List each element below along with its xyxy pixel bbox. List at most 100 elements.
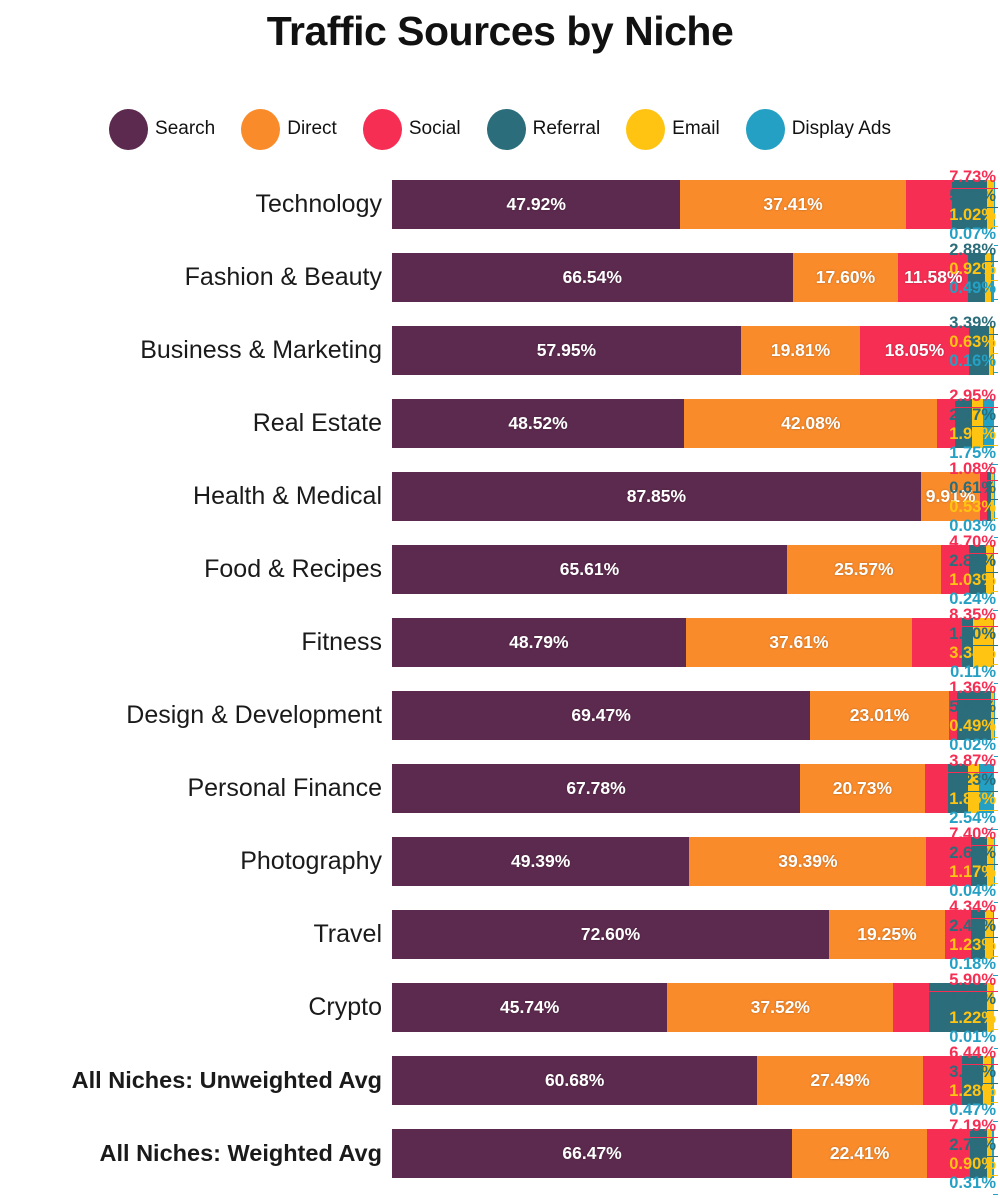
- bar-segment-email[interactable]: [967, 764, 979, 813]
- bar-segment-search[interactable]: 49.39%: [392, 837, 690, 886]
- bar-segment-social[interactable]: [927, 1129, 971, 1178]
- legend-item-direct[interactable]: Direct: [241, 108, 337, 150]
- bar-segment-direct[interactable]: 19.81%: [740, 326, 861, 375]
- bar-segment-referral[interactable]: [962, 618, 974, 667]
- bar-segment-display-ads[interactable]: [991, 253, 994, 302]
- bar-segment-search[interactable]: 66.54%: [392, 253, 793, 302]
- bar-segment-referral[interactable]: [968, 253, 986, 302]
- bar-segment-search[interactable]: 67.78%: [392, 764, 801, 813]
- segment-value-label: 48.79%: [509, 632, 569, 652]
- bar-segment-direct[interactable]: 25.57%: [786, 545, 941, 594]
- legend-item-label: Search: [155, 118, 216, 139]
- bar-segment-direct[interactable]: 20.73%: [800, 764, 925, 813]
- bar-segment-email[interactable]: [985, 910, 993, 959]
- bar-segment-display-ads[interactable]: [993, 618, 994, 667]
- category-label: All Niches: Weighted Avg: [99, 1140, 382, 1166]
- segment-value-label: 18.05%: [884, 340, 945, 360]
- bar-segment-search[interactable]: 57.95%: [392, 326, 741, 375]
- segment-value-label: 66.54%: [562, 267, 622, 287]
- bar-segment-referral[interactable]: [970, 1129, 987, 1178]
- bar-segment-display-ads[interactable]: [978, 764, 994, 813]
- bar-segment-social[interactable]: 18.05%: [860, 326, 969, 375]
- chart-row: Crypto 45.74% 37.52% 5.90% 9.60% 1.22% 0.01%: [0, 971, 1000, 1049]
- bar-segment-direct[interactable]: 39.39%: [689, 837, 927, 886]
- bar-segment-search[interactable]: 87.85%: [392, 472, 921, 521]
- bar-segment-display-ads[interactable]: [992, 545, 994, 594]
- bar-segment-direct[interactable]: 27.49%: [757, 1056, 923, 1105]
- bar-segment-search[interactable]: 69.47%: [392, 691, 811, 740]
- stacked-bar: 65.61% 25.57%: [392, 545, 994, 594]
- segment-value-label: 19.81%: [770, 340, 831, 360]
- bar-segment-direct[interactable]: 19.25%: [829, 910, 945, 959]
- bar-segment-referral[interactable]: [968, 326, 990, 375]
- bar-segment-referral[interactable]: [955, 399, 972, 448]
- bar-segment-search[interactable]: 66.47%: [392, 1129, 793, 1178]
- bar-segment-referral[interactable]: [956, 691, 991, 740]
- stacked-bar: 49.39% 39.39%: [392, 837, 994, 886]
- bar-segment-social[interactable]: [924, 764, 949, 813]
- bar-segment-social[interactable]: [948, 691, 957, 740]
- bar-segment-social[interactable]: [905, 180, 953, 229]
- bar-segment-social[interactable]: [893, 983, 929, 1032]
- bar-segment-display-ads[interactable]: [991, 1056, 994, 1105]
- bar-segment-social[interactable]: 11.58%: [898, 253, 969, 302]
- bar-segment-display-ads[interactable]: [992, 910, 994, 959]
- category-label: Design & Development: [126, 701, 382, 729]
- bar-segment-referral[interactable]: [952, 180, 988, 229]
- bar-segment-referral[interactable]: [928, 983, 987, 1032]
- stacked-bar: 57.95% 19.81% 18.05%: [392, 326, 994, 375]
- bar-segment-social[interactable]: [922, 1056, 962, 1105]
- bar-segment-social[interactable]: [940, 545, 970, 594]
- segment-value-label: 22.41%: [829, 1143, 890, 1163]
- stacked-bar: 45.74% 37.52%: [392, 983, 994, 1032]
- bar-segment-email[interactable]: [973, 618, 994, 667]
- bar-segment-search[interactable]: 47.92%: [392, 180, 681, 229]
- bar-segment-direct[interactable]: 23.01%: [810, 691, 949, 740]
- bar-segment-search[interactable]: 48.52%: [392, 399, 685, 448]
- legend-item-search[interactable]: Search: [109, 108, 216, 150]
- bar-segment-direct[interactable]: 17.60%: [792, 253, 899, 302]
- category-label: Health & Medical: [193, 482, 382, 510]
- legend-swatch-icon: [626, 108, 666, 150]
- bar-segment-search[interactable]: 65.61%: [392, 545, 787, 594]
- bar-segment-referral[interactable]: [948, 764, 968, 813]
- bar-segment-display-ads[interactable]: [992, 1129, 994, 1178]
- bar-segment-email[interactable]: [986, 983, 994, 1032]
- bar-segment-referral[interactable]: [961, 1056, 984, 1105]
- bar-segment-referral[interactable]: [971, 910, 986, 959]
- legend-item-referral[interactable]: Referral: [486, 108, 600, 150]
- bar-segment-social[interactable]: [937, 399, 956, 448]
- bar-segment-email[interactable]: [971, 399, 984, 448]
- bar-segment-search[interactable]: 48.79%: [392, 618, 686, 667]
- category-label: Travel: [313, 920, 382, 948]
- segment-value-label: 45.74%: [500, 997, 560, 1017]
- bar-segment-direct[interactable]: 37.41%: [680, 180, 906, 229]
- bar-segment-email[interactable]: [983, 1056, 992, 1105]
- bar-segment-social[interactable]: [912, 618, 963, 667]
- legend-item-social[interactable]: Social: [362, 108, 461, 150]
- bar-segment-social[interactable]: [926, 837, 972, 886]
- bar-segment-direct[interactable]: 9.91%: [920, 472, 981, 521]
- bar-segment-search[interactable]: 72.60%: [392, 910, 830, 959]
- bar-segment-social[interactable]: [944, 910, 972, 959]
- bar-segment-email[interactable]: [986, 837, 994, 886]
- bar-segment-direct[interactable]: 37.61%: [685, 618, 913, 667]
- bar-segment-referral[interactable]: [969, 545, 987, 594]
- segment-value-label: 87.85%: [626, 486, 687, 506]
- bar-segment-referral[interactable]: [971, 837, 987, 886]
- bar-segment-display-ads[interactable]: [983, 399, 994, 448]
- callout-leader-line: [993, 372, 998, 373]
- category-label: Technology: [255, 190, 382, 218]
- legend-item-email[interactable]: Email: [626, 108, 720, 150]
- category-label: Real Estate: [252, 409, 382, 437]
- bar-segment-display-ads[interactable]: [993, 326, 994, 375]
- segment-value-label: 48.52%: [508, 413, 568, 433]
- bar-segment-direct[interactable]: 37.52%: [667, 983, 894, 1032]
- bar-segment-direct[interactable]: 22.41%: [792, 1129, 928, 1178]
- bar-segment-direct[interactable]: 42.08%: [684, 399, 938, 448]
- bar-segment-search[interactable]: 60.68%: [392, 1056, 758, 1105]
- chart-row: Real Estate 48.52% 42.08% 2.95% 2.77% 1.92% 1.…: [0, 387, 1000, 465]
- bar-segment-search[interactable]: 45.74%: [392, 983, 668, 1032]
- segment-value-label: 72.60%: [580, 924, 641, 944]
- legend-item-display-ads[interactable]: Display Ads: [745, 108, 891, 150]
